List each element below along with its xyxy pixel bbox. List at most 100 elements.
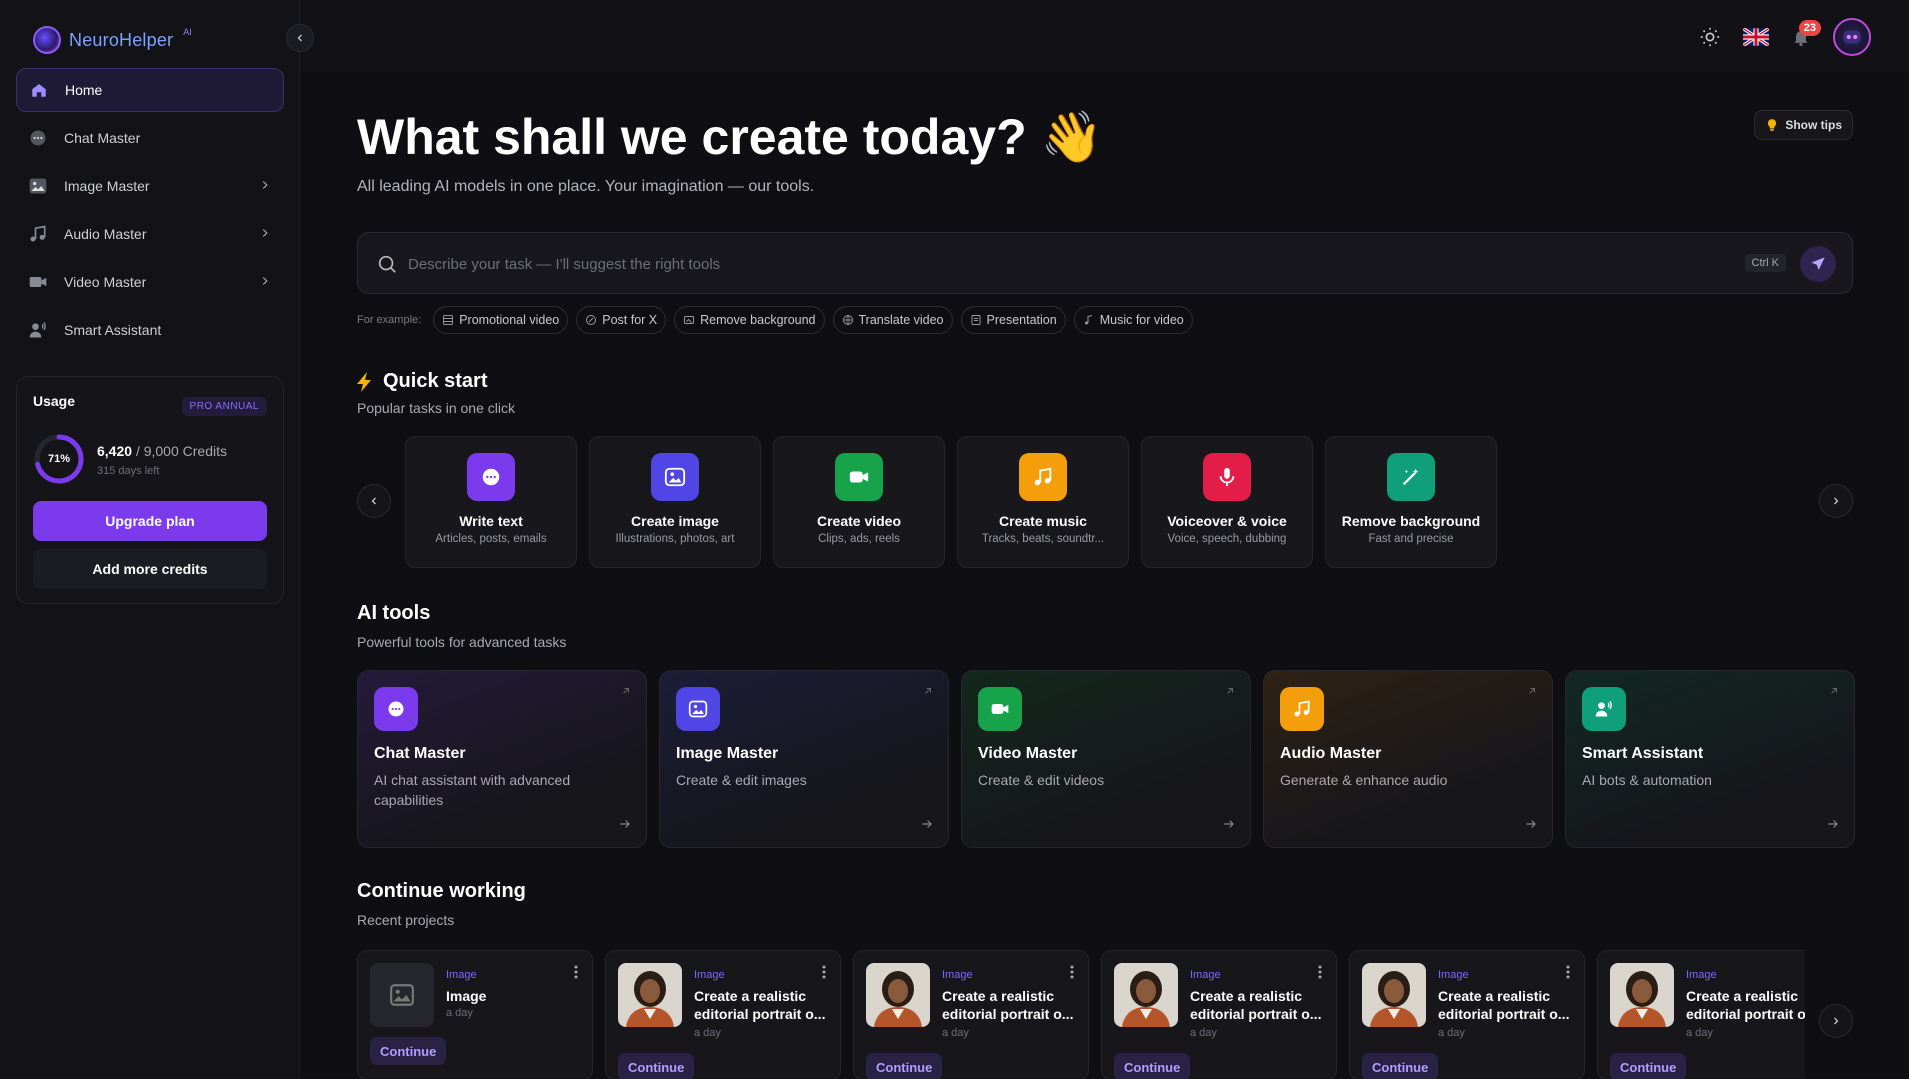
continue-button[interactable]: Continue xyxy=(618,1053,695,1079)
usage-panel: Usage PRO ANNUAL 71% 6,420 / 9,000 Credi… xyxy=(16,376,284,604)
sidebar-item-video-master[interactable]: Video Master xyxy=(16,260,284,304)
project-type: Image xyxy=(446,969,477,981)
examples-label: For example: xyxy=(357,314,422,326)
project-title: Create a realistic editorial portrait o.… xyxy=(1438,988,1570,1023)
chevron-right-icon xyxy=(1830,1015,1842,1027)
language-flag-uk-icon[interactable] xyxy=(1743,28,1769,46)
tool-card-smart-assistant[interactable]: Smart Assistant AI bots & automation xyxy=(1565,670,1855,848)
video-icon xyxy=(835,453,883,501)
page-title: What shall we create today? 👋 xyxy=(357,108,1103,167)
add-credits-button[interactable]: Add more credits xyxy=(33,549,267,589)
card-title: Create image xyxy=(631,513,719,529)
chip-promotional-video[interactable]: Promotional video xyxy=(433,306,569,334)
continue-working-subtitle: Recent projects xyxy=(357,912,455,928)
task-search-input[interactable] xyxy=(408,247,1508,281)
theme-toggle-sun-icon[interactable] xyxy=(1699,26,1721,48)
chip-presentation[interactable]: Presentation xyxy=(960,306,1066,334)
more-options-icon[interactable] xyxy=(822,965,826,979)
assistant-icon xyxy=(1582,687,1626,731)
presentation-icon xyxy=(970,314,982,326)
sidebar: NeuroHelper AI Home Chat Master Image Mas… xyxy=(0,0,300,1079)
quick-start-card-create-video[interactable]: Create video Clips, ads, reels xyxy=(773,436,945,568)
quick-start-card-create-music[interactable]: Create music Tracks, beats, soundtr... xyxy=(957,436,1129,568)
sidebar-item-home[interactable]: Home xyxy=(16,68,284,112)
page-subtitle: All leading AI models in one place. Your… xyxy=(357,178,815,195)
film-icon xyxy=(442,314,454,326)
credits-total: / 9,000 Credits xyxy=(135,443,227,459)
quick-start-card-create-image[interactable]: Create image Illustrations, photos, art xyxy=(589,436,761,568)
sidebar-item-smart-assistant[interactable]: Smart Assistant xyxy=(16,308,284,352)
projects-next-button[interactable] xyxy=(1819,1004,1853,1038)
sidebar-item-label: Image Master xyxy=(64,178,150,194)
external-arrow-icon xyxy=(922,685,934,697)
project-card[interactable]: Image Create a realistic editorial portr… xyxy=(1349,950,1585,1079)
more-options-icon[interactable] xyxy=(1070,965,1074,979)
continue-button[interactable]: Continue xyxy=(1114,1053,1191,1079)
tool-title: Image Master xyxy=(676,745,779,762)
quick-start-card-write-text[interactable]: Write text Articles, posts, emails xyxy=(405,436,577,568)
tool-card-chat-master[interactable]: Chat Master AI chat assistant with advan… xyxy=(357,670,647,848)
quick-start-next-button[interactable] xyxy=(1819,484,1853,518)
project-card[interactable]: Image Image a day Continue xyxy=(357,950,593,1079)
chip-remove-background[interactable]: Remove background xyxy=(674,306,825,334)
recent-projects: Image Image a day Continue Image Create … xyxy=(357,950,1805,1079)
tool-card-video-master[interactable]: Video Master Create & edit videos xyxy=(961,670,1251,848)
project-type: Image xyxy=(1190,969,1221,981)
sidebar-item-label: Audio Master xyxy=(64,226,147,242)
mic-icon xyxy=(1203,453,1251,501)
chip-post-for-x[interactable]: Post for X xyxy=(576,306,667,334)
music-icon xyxy=(1019,453,1067,501)
notifications-bell[interactable]: 23 xyxy=(1791,20,1821,48)
music-icon xyxy=(1280,687,1324,731)
ai-tools-subtitle: Powerful tools for advanced tasks xyxy=(357,634,567,650)
show-tips-button[interactable]: Show tips xyxy=(1754,110,1853,140)
chat-icon xyxy=(28,128,48,148)
video-icon xyxy=(978,687,1022,731)
chip-translate-video[interactable]: Translate video xyxy=(832,306,953,334)
sidebar-item-label: Smart Assistant xyxy=(64,322,162,338)
tool-card-audio-master[interactable]: Audio Master Generate & enhance audio xyxy=(1263,670,1553,848)
tool-card-image-master[interactable]: Image Master Create & edit images xyxy=(659,670,949,848)
more-options-icon[interactable] xyxy=(1566,965,1570,979)
project-card[interactable]: Image Create a realistic editorial portr… xyxy=(605,950,841,1079)
chevron-right-icon xyxy=(258,178,272,192)
send-button[interactable] xyxy=(1800,246,1836,282)
sidebar-item-chat-master[interactable]: Chat Master xyxy=(16,116,284,160)
tool-title: Smart Assistant xyxy=(1582,745,1704,762)
avatar[interactable] xyxy=(1833,18,1871,56)
upgrade-plan-button[interactable]: Upgrade plan xyxy=(33,501,267,541)
quick-start-card-remove-background[interactable]: Remove background Fast and precise xyxy=(1325,436,1497,568)
lightbulb-icon xyxy=(1765,118,1779,132)
project-card[interactable]: Image Create a realistic editorial portr… xyxy=(853,950,1089,1079)
logo-text: NeuroHelper xyxy=(69,29,174,50)
continue-button[interactable]: Continue xyxy=(866,1053,943,1079)
chevron-right-icon xyxy=(258,274,272,288)
collapse-sidebar-button[interactable] xyxy=(286,24,314,52)
sidebar-item-label: Chat Master xyxy=(64,130,141,146)
quick-start-prev-button[interactable] xyxy=(357,484,391,518)
example-chips: For example: Promotional video Post for … xyxy=(357,306,1193,334)
project-card[interactable]: Image Create a realistic editorial portr… xyxy=(1597,950,1805,1079)
continue-button[interactable]: Continue xyxy=(1610,1053,1687,1079)
logo[interactable]: NeuroHelper AI xyxy=(33,26,192,54)
image-icon xyxy=(28,176,48,196)
tool-title: Video Master xyxy=(978,745,1078,762)
sidebar-item-audio-master[interactable]: Audio Master xyxy=(16,212,284,256)
project-title: Create a realistic editorial portrait o.… xyxy=(694,988,826,1023)
wand-icon xyxy=(1387,453,1435,501)
search-icon xyxy=(376,253,398,275)
more-options-icon[interactable] xyxy=(1318,965,1322,979)
continue-button[interactable]: Continue xyxy=(1362,1053,1439,1079)
project-card[interactable]: Image Create a realistic editorial portr… xyxy=(1101,950,1337,1079)
project-time: a day xyxy=(942,1027,969,1039)
more-options-icon[interactable] xyxy=(574,965,578,979)
quick-start-subtitle: Popular tasks in one click xyxy=(357,400,515,416)
project-time: a day xyxy=(694,1027,721,1039)
card-title: Write text xyxy=(459,513,523,529)
continue-button[interactable]: Continue xyxy=(370,1037,447,1065)
chip-music-for-video[interactable]: Music for video xyxy=(1073,306,1193,334)
arrow-right-icon xyxy=(1222,817,1236,831)
sidebar-item-image-master[interactable]: Image Master xyxy=(16,164,284,208)
quick-start-card-voiceover[interactable]: Voiceover & voice Voice, speech, dubbing xyxy=(1141,436,1313,568)
lightning-icon xyxy=(357,371,373,392)
